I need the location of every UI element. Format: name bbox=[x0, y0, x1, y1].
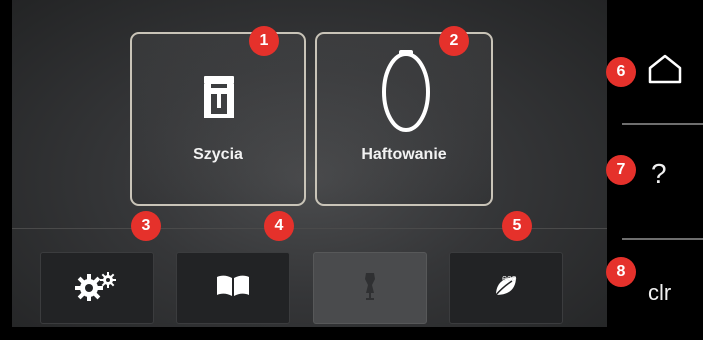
clear-button[interactable]: clr bbox=[648, 280, 671, 306]
callout-badge: 6 bbox=[606, 57, 636, 87]
sewing-tile[interactable]: Szycia bbox=[130, 32, 306, 206]
tutorial-button[interactable] bbox=[176, 252, 290, 324]
callout-badge: 3 bbox=[131, 211, 161, 241]
presser-foot-icon bbox=[202, 74, 236, 125]
callout-badge: 1 bbox=[249, 26, 279, 56]
eco-button[interactable]: eco bbox=[449, 252, 563, 324]
sidebar-separator-2 bbox=[622, 238, 703, 240]
embroidery-label: Haftowanie bbox=[361, 146, 447, 163]
home-icon[interactable] bbox=[648, 54, 682, 89]
callout-badge: 7 bbox=[606, 155, 636, 185]
gears-icon bbox=[75, 271, 119, 306]
callout-badge: 5 bbox=[502, 211, 532, 241]
dress-form-icon bbox=[362, 271, 378, 306]
embroidery-tile[interactable]: Haftowanie bbox=[315, 32, 493, 206]
settings-button[interactable] bbox=[40, 252, 154, 324]
sidebar-separator-1 bbox=[622, 123, 703, 125]
callout-badge: 2 bbox=[439, 26, 469, 56]
callout-badge: 8 bbox=[606, 257, 636, 287]
embroidery-hoop-icon bbox=[379, 46, 433, 139]
book-icon bbox=[216, 275, 250, 302]
dress-form-button[interactable] bbox=[313, 252, 427, 324]
callout-badge: 4 bbox=[264, 211, 294, 241]
help-button[interactable]: ? bbox=[651, 158, 667, 190]
sewing-label: Szycia bbox=[193, 146, 243, 163]
eco-label: eco bbox=[502, 273, 517, 283]
screen: Szycia Haftowanie eco ? clr 1 2 3 4 5 6 … bbox=[0, 0, 703, 340]
